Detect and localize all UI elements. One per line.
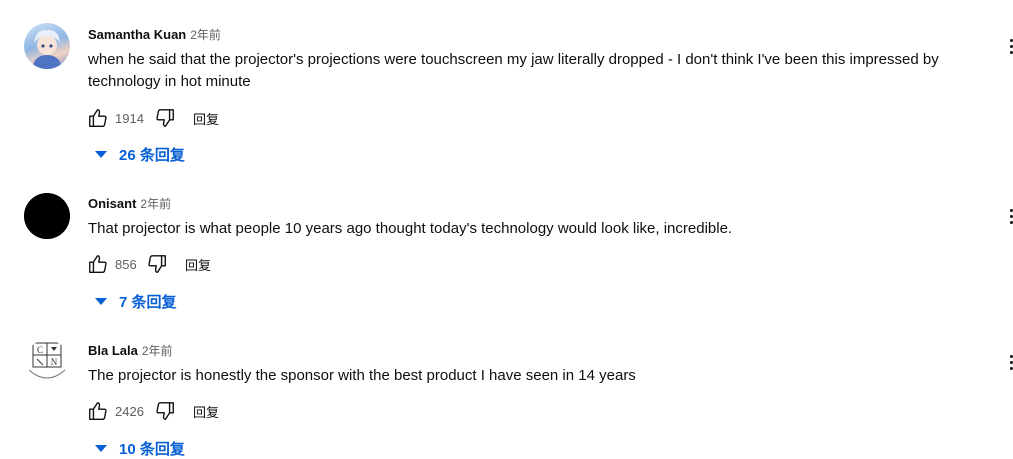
comment-thread: C N Bla Lala 2年前 The projector is honestl…: [0, 0, 1013, 458]
logo-letter: N: [51, 357, 58, 367]
replies-count-label: 10 条回复: [119, 440, 185, 458]
thumbs-up-icon[interactable]: [86, 399, 110, 423]
comment-header: Bla Lala 2年前: [88, 342, 173, 360]
reply-button[interactable]: 回复: [193, 402, 219, 421]
more-vertical-icon[interactable]: [1003, 353, 1013, 373]
like-count: 2426: [115, 403, 144, 419]
author-name[interactable]: Bla Lala: [88, 343, 138, 358]
comment-text: The projector is honestly the sponsor wi…: [88, 367, 636, 384]
view-replies-button[interactable]: 10 条回复: [92, 437, 185, 459]
comment-actions: 2426 回复: [86, 399, 219, 423]
comment-time[interactable]: 2年前: [142, 344, 173, 358]
triangle-down-icon: [95, 444, 107, 452]
logo-letter: C: [37, 345, 43, 355]
avatar[interactable]: C N: [24, 340, 70, 386]
thumbs-down-icon[interactable]: [153, 399, 177, 423]
logo-avatar-icon: C N: [28, 342, 66, 379]
